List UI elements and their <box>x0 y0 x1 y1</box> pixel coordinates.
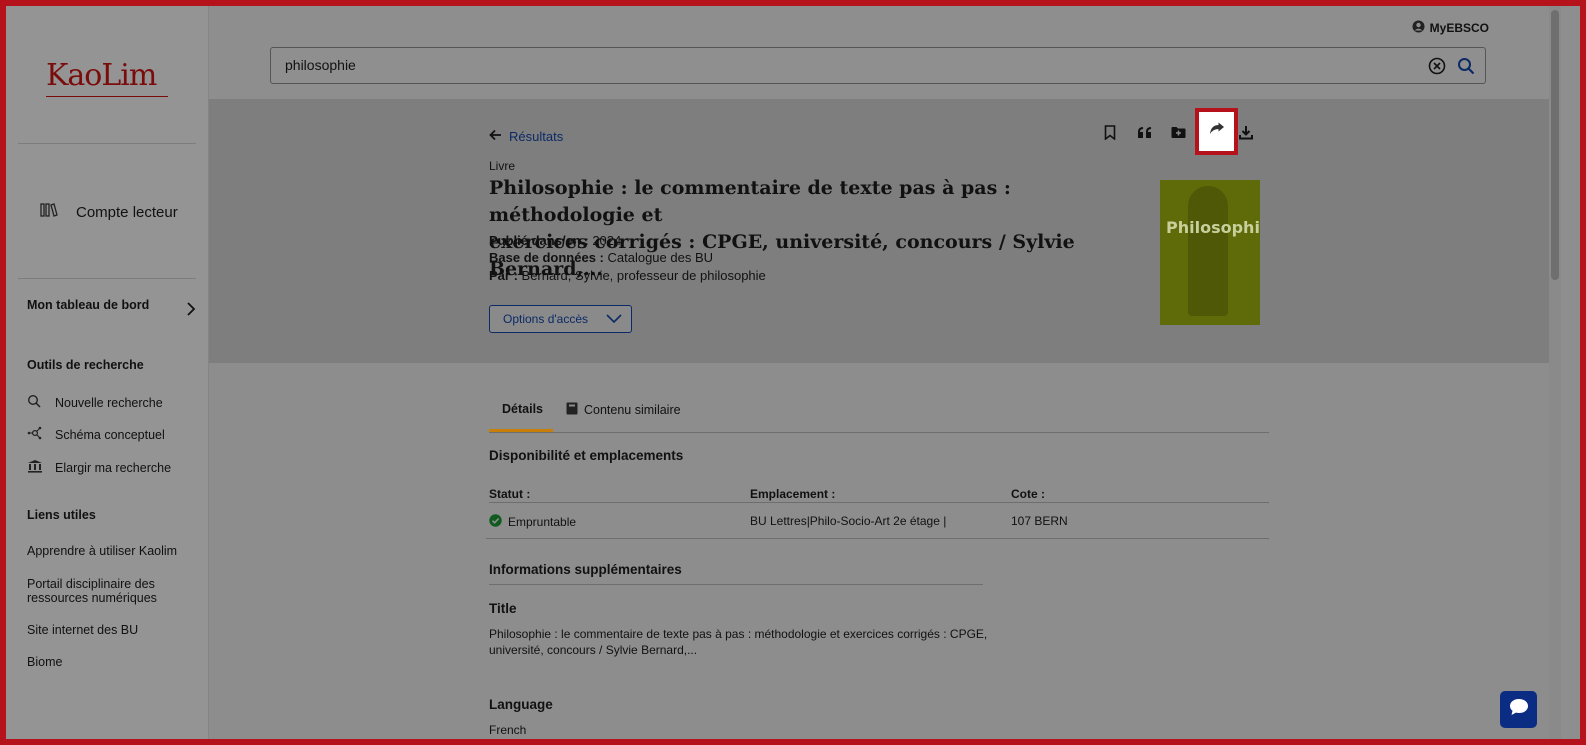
concept-map-icon <box>27 426 43 443</box>
portal-label-line1: Portail disciplinaire des <box>27 577 155 591</box>
new-search-link[interactable]: Nouvelle recherche <box>27 394 163 411</box>
page-scrollbar[interactable] <box>1549 6 1561 739</box>
detail-tabs: Détails Contenu similaire <box>489 394 1269 433</box>
location-column-header: Emplacement : <box>750 487 836 501</box>
broaden-search-link[interactable]: Elargir ma recherche <box>27 459 171 476</box>
location-cell: BU Lettres|Philo-Socio-Art 2e étage | <box>750 514 947 528</box>
sidebar-divider <box>18 278 196 279</box>
published-meta: Publié dans/en : 2024 <box>489 233 621 248</box>
book-icon <box>566 402 578 418</box>
new-search-label: Nouvelle recherche <box>55 395 163 410</box>
sidebar: KaoLim Compte lecteur Mon tableau de bor… <box>6 6 209 739</box>
main-content: MyEBSCO Résultats Livre <box>209 6 1549 739</box>
record-type: Livre <box>489 159 516 173</box>
useful-links-heading: Liens utiles <box>27 508 96 522</box>
published-label: Publié dans/en : <box>489 233 589 248</box>
search-input[interactable] <box>283 56 1387 74</box>
record-header: Résultats Livre Philosophie : le comment… <box>209 99 1549 363</box>
published-value: 2024 <box>592 233 622 248</box>
database-meta: Base de données : Catalogue des BU <box>489 250 713 265</box>
record-title[interactable]: Philosophie : le commentaire de texte pa… <box>489 175 1144 283</box>
call-number-column-header: Cote : <box>1011 487 1045 501</box>
top-bar: MyEBSCO <box>209 6 1549 99</box>
share-button[interactable] <box>1195 108 1238 155</box>
tab-similar-label: Contenu similaire <box>584 403 681 417</box>
cover-statue <box>1188 186 1228 316</box>
chevron-down-icon <box>606 312 622 326</box>
status-column-header: Statut : <box>489 487 531 501</box>
author-value[interactable]: Bernard, Sylvie, professeur de philosoph… <box>522 268 766 283</box>
sidebar-divider <box>18 143 196 144</box>
record-title-line1: Philosophie : le commentaire de texte pa… <box>489 177 1011 226</box>
bu-website-link[interactable]: Site internet des BU <box>27 623 138 637</box>
availability-heading: Disponibilité et emplacements <box>489 448 684 463</box>
user-circle-icon <box>1412 20 1425 36</box>
author-meta: Par : Bernard, Sylvie, professeur de phi… <box>489 268 766 283</box>
title-field-label: Title <box>489 601 517 616</box>
account-link[interactable]: Compte lecteur <box>40 202 178 222</box>
library-books-icon <box>40 202 58 222</box>
active-tab-indicator <box>489 429 553 432</box>
back-label: Résultats <box>509 129 564 144</box>
help-link[interactable]: Apprendre à utiliser Kaolim <box>27 544 177 558</box>
chevron-right-icon[interactable] <box>186 302 196 320</box>
tab-similar-content[interactable]: Contenu similaire <box>566 402 681 418</box>
chat-button[interactable] <box>1500 691 1537 728</box>
logo-text: KaoLim <box>46 58 157 93</box>
tab-details-label: Détails <box>502 402 543 416</box>
share-icon <box>1209 122 1225 141</box>
download-icon[interactable] <box>1235 121 1257 143</box>
language-field-label: Language <box>489 697 553 712</box>
biome-link[interactable]: Biome <box>27 655 62 669</box>
logo-underline <box>46 96 168 97</box>
title-field-line1: Philosophie : le commentaire de texte pa… <box>489 627 988 641</box>
portal-label-line2: ressources numériques <box>27 591 157 605</box>
concept-map-label: Schéma conceptuel <box>55 427 165 442</box>
table-header-divider <box>489 502 1269 503</box>
search-bar <box>270 47 1486 84</box>
status-value: Empruntable <box>508 515 577 529</box>
access-options-label: Options d'accès <box>503 312 589 326</box>
concept-map-link[interactable]: Schéma conceptuel <box>27 426 165 443</box>
database-value: Catalogue des BU <box>607 250 714 265</box>
access-options-button[interactable]: Options d'accès <box>489 305 632 333</box>
clear-search-icon[interactable] <box>1428 57 1446 80</box>
additional-info-divider <box>489 584 983 585</box>
call-number-cell: 107 BERN <box>1011 514 1068 528</box>
title-field-line2: université, concours / Sylvie Bernard,..… <box>489 643 698 657</box>
table-row-divider <box>486 538 1269 539</box>
scrollbar-thumb[interactable] <box>1551 10 1559 280</box>
folder-icon[interactable] <box>1167 121 1189 143</box>
chat-bubble-icon <box>1508 697 1530 722</box>
dashboard-link[interactable]: Mon tableau de bord <box>27 298 149 312</box>
arrow-left-icon <box>489 129 502 144</box>
cover-title: Philosophie <box>1166 218 1260 237</box>
back-to-results-link[interactable]: Résultats <box>489 129 563 144</box>
status-cell: Empruntable <box>489 514 576 530</box>
author-label: Par : <box>489 268 518 283</box>
database-label: Base de données : <box>489 250 604 265</box>
check-circle-icon <box>489 514 502 530</box>
research-tools-heading: Outils de recherche <box>27 358 144 372</box>
tab-details[interactable]: Détails <box>502 402 543 416</box>
quote-icon[interactable] <box>1133 121 1155 143</box>
institution-icon <box>27 459 43 476</box>
title-field-value: Philosophie : le commentaire de texte pa… <box>489 626 989 658</box>
language-field-value: French <box>489 723 527 737</box>
search-icon <box>27 394 43 411</box>
myebsco-label: MyEBSCO <box>1429 21 1489 35</box>
search-icon[interactable] <box>1457 57 1475 80</box>
additional-info-heading: Informations supplémentaires <box>489 562 682 577</box>
book-cover[interactable]: Philosophie <box>1160 180 1260 325</box>
kaolim-logo[interactable]: KaoLim <box>46 58 157 93</box>
myebsco-link[interactable]: MyEBSCO <box>1412 20 1489 36</box>
disciplinary-portal-link[interactable]: Portail disciplinaire des ressources num… <box>27 577 157 605</box>
broaden-search-label: Elargir ma recherche <box>55 460 172 475</box>
bookmark-icon[interactable] <box>1099 121 1121 143</box>
account-label: Compte lecteur <box>76 203 178 221</box>
